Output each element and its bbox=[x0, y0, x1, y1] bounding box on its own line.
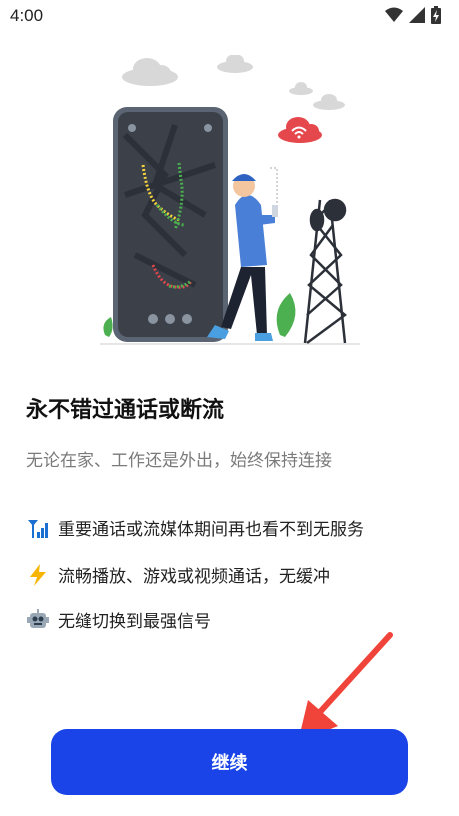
page-title: 永不错过通话或断流 bbox=[26, 398, 225, 423]
connectivity-illustration bbox=[100, 55, 360, 345]
signal-bars-icon bbox=[28, 519, 48, 538]
lightning-icon bbox=[30, 563, 46, 586]
cell-tower-illustration bbox=[303, 198, 348, 345]
cell-signal-icon bbox=[409, 7, 425, 23]
feature-item-seamless: 无缝切换到最强信号 bbox=[26, 607, 211, 632]
battery-icon bbox=[431, 6, 441, 24]
status-icons bbox=[385, 6, 441, 24]
page-subtitle: 无论在家、工作还是外出，始终保持连接 bbox=[26, 451, 332, 471]
feature-text: 无缝切换到最强信号 bbox=[58, 612, 211, 632]
phone-map-illustration bbox=[113, 107, 228, 342]
pointer-arrow-icon bbox=[298, 632, 393, 742]
feature-item-smooth: 流畅播放、游戏或视频通话，无缓冲 bbox=[26, 562, 330, 587]
status-bar: 4:00 bbox=[0, 0, 459, 32]
continue-button[interactable]: 继续 bbox=[51, 729, 408, 795]
robot-icon bbox=[27, 608, 49, 628]
feature-text: 流畅播放、游戏或视频通话，无缓冲 bbox=[58, 567, 330, 587]
feature-item-no-service: 重要通话或流媒体期间再也看不到无服务 bbox=[26, 515, 364, 540]
status-time: 4:00 bbox=[10, 6, 44, 25]
wifi-icon bbox=[385, 7, 403, 22]
feature-text: 重要通话或流媒体期间再也看不到无服务 bbox=[58, 520, 364, 540]
cloud-icon bbox=[122, 55, 345, 110]
wifi-cloud-icon bbox=[278, 117, 322, 143]
